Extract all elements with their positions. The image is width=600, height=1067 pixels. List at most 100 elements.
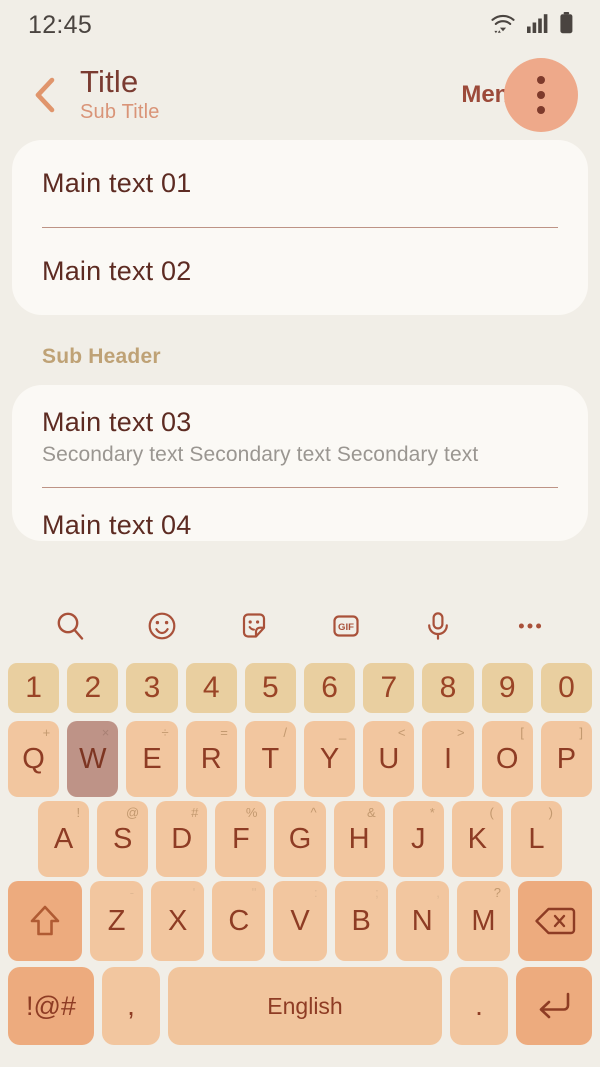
key-superscript: + (42, 725, 51, 740)
key-label: L (528, 822, 545, 855)
key-p[interactable]: ] P (540, 721, 593, 797)
key-superscript: × (101, 725, 110, 740)
key-z[interactable]: -Z (90, 881, 144, 961)
key-superscript: " (251, 885, 257, 900)
key-v[interactable]: :V (273, 881, 327, 961)
key-superscript: - (129, 885, 135, 900)
key-j[interactable]: * J (392, 801, 444, 877)
key-9[interactable]: 9 (481, 663, 533, 713)
more-vertical-icon-dot (537, 106, 545, 114)
key-u[interactable]: < U (363, 721, 415, 797)
symbols-key[interactable]: !@# (8, 967, 94, 1045)
enter-return-icon (539, 992, 570, 1019)
key-label: B (351, 904, 371, 937)
key-7[interactable]: 7 (363, 663, 415, 713)
key-label: I (443, 742, 453, 775)
key-label: U (378, 742, 400, 775)
backspace-icon (535, 907, 576, 935)
key-label: 6 (321, 671, 338, 704)
key-s[interactable]: @ S (97, 801, 149, 877)
key-a[interactable]: ! A (38, 801, 90, 877)
key-y[interactable]: _ Y (304, 721, 356, 797)
chevron-left-icon (35, 77, 55, 113)
overflow-menu-button[interactable] (504, 58, 578, 132)
svg-text:GIF: GIF (338, 622, 354, 633)
more-horizontal-icon[interactable] (503, 602, 557, 650)
status-bar-clock: 12:45 (28, 10, 93, 39)
list-item-secondary-text: Secondary text Secondary text Secondary … (42, 443, 479, 466)
key-x[interactable]: ' X (151, 881, 205, 961)
key-l[interactable]: ) L (510, 801, 562, 877)
key-q[interactable]: + Q (7, 721, 60, 797)
key-label: G (288, 822, 312, 855)
list-item[interactable]: Main text 04 (12, 488, 588, 541)
key-c[interactable]: " C (212, 881, 266, 961)
status-bar: 12:45 (0, 0, 600, 50)
more-vertical-icon-dot (537, 76, 545, 84)
key-label: Q (22, 742, 45, 775)
key-0[interactable]: 0 (540, 663, 593, 713)
on-screen-keyboard: GIF 1234567890 + Q × W ÷ E = R / T _ Y < U > I[O] P (0, 595, 600, 1067)
key-g[interactable]: ^ G (274, 801, 326, 877)
key-k[interactable]: (K (451, 801, 503, 877)
key-label: 9 (498, 671, 516, 704)
key-label: P (556, 742, 577, 775)
key-label: 2 (84, 671, 102, 704)
more-vertical-icon-dot (537, 91, 545, 99)
key-5[interactable]: 5 (244, 663, 296, 713)
emoji-icon[interactable] (135, 602, 189, 650)
key-superscript: ÷ (161, 725, 169, 740)
key-4[interactable]: 4 (185, 663, 237, 713)
space-key[interactable]: English (168, 967, 442, 1045)
search-icon[interactable] (43, 602, 97, 650)
keyboard-toolbar: GIF (0, 595, 600, 657)
key-superscript: [ (520, 725, 524, 740)
key-h[interactable]: & H (333, 801, 385, 877)
list-item[interactable]: Main text 02 (12, 228, 588, 315)
back-button[interactable] (22, 73, 66, 117)
key-i[interactable]: > I (422, 721, 474, 797)
key-superscript: ) (548, 805, 553, 820)
key-label: T (261, 742, 280, 775)
key-superscript: % (245, 805, 258, 820)
comma-key[interactable]: , (102, 967, 160, 1045)
key-superscript: # (191, 805, 199, 820)
key-superscript: * (429, 805, 435, 820)
key-3[interactable]: 3 (126, 663, 178, 713)
key-label: Z (107, 904, 126, 937)
key-8[interactable]: 8 (422, 663, 474, 713)
enter-key[interactable] (516, 967, 592, 1045)
key-e[interactable]: ÷ E (126, 721, 178, 797)
key-t[interactable]: / T (244, 721, 296, 797)
sticker-icon[interactable] (227, 602, 281, 650)
microphone-icon[interactable] (411, 602, 465, 650)
key-2[interactable]: 2 (67, 663, 119, 713)
key-label: W (79, 742, 107, 775)
list-item[interactable]: Main text 01 (12, 140, 588, 227)
key-6[interactable]: 6 (304, 663, 356, 713)
key-w[interactable]: × W (67, 721, 119, 797)
key-m[interactable]: ? M (456, 881, 510, 961)
key-b[interactable]: ; B (334, 881, 388, 961)
key-n[interactable]: ,N (395, 881, 449, 961)
key-label: J (410, 822, 426, 855)
key-d[interactable]: # D (156, 801, 208, 877)
key-label: 7 (380, 671, 398, 704)
key-label: X (168, 904, 188, 937)
shift-key[interactable] (8, 881, 82, 961)
app-bar: Title Sub Title Menu (0, 50, 600, 140)
card-two: Main text 03 Secondary text Secondary te… (12, 385, 588, 541)
key-o[interactable]: [O (481, 721, 533, 797)
list-item[interactable]: Main text 03 Secondary text Secondary te… (12, 385, 588, 487)
gif-icon[interactable]: GIF (319, 602, 373, 650)
key-r[interactable]: = R (185, 721, 237, 797)
list-item-main-text: Main text 02 (42, 256, 192, 286)
keyboard-row-bottom-letters: - Z ' X " C: V; B, N? M (0, 881, 600, 961)
battery-icon (559, 11, 574, 40)
key-f[interactable]: % F (215, 801, 267, 877)
keyboard-row-home: ! A @ S # D% F ^ G & H * J(K) L (0, 801, 600, 877)
key-1[interactable]: 1 (7, 663, 60, 713)
shift-arrow-up-icon (30, 905, 60, 936)
period-key[interactable]: . (450, 967, 508, 1045)
backspace-key[interactable] (517, 881, 592, 961)
